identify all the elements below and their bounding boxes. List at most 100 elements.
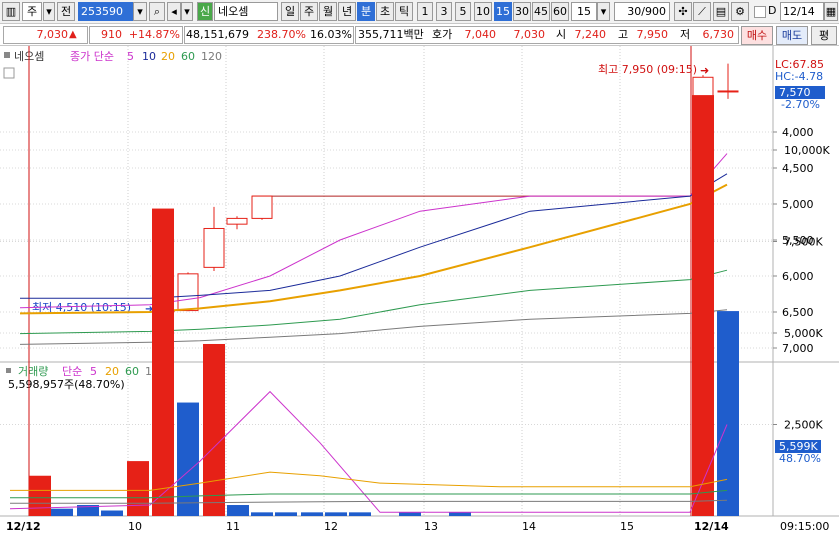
trade-amount: 355,711백만 <box>358 28 424 41</box>
chart-menu-icon[interactable]: ▥ <box>2 2 20 21</box>
period-day[interactable]: 일 <box>281 2 299 21</box>
ma10-label: 10 <box>142 50 156 63</box>
speaker-icon[interactable]: ◂ <box>167 2 181 21</box>
x-time-label: 09:15:00 <box>780 520 829 533</box>
save-icon[interactable]: ▤ <box>713 2 729 21</box>
speaker-dropdown-icon[interactable]: ▾ <box>181 2 193 21</box>
volume-summary: 5,598,957주(48.70%) <box>8 378 125 391</box>
max-annotation: 최고 7,950 (09:15) <box>598 63 697 76</box>
interval-5[interactable]: 5 <box>455 2 471 21</box>
ma5-label: 5 <box>127 50 134 63</box>
volume-marker-pct: 48.70% <box>779 452 821 465</box>
interval-input[interactable]: 15 <box>571 2 597 21</box>
volume-bar-11 <box>301 512 323 516</box>
sell-button[interactable]: 매도 <box>776 26 808 45</box>
interval-45[interactable]: 45 <box>532 2 550 21</box>
interval-60[interactable]: 60 <box>551 2 569 21</box>
volume-bar-14 <box>399 512 421 516</box>
volume-ma-label: 단순 <box>62 365 82 378</box>
high-price: 7,950 <box>636 28 669 41</box>
all-period-button[interactable]: 전 <box>57 2 75 21</box>
turnover-rate: 16.03% <box>310 28 352 41</box>
date-label: D <box>768 4 777 17</box>
crosshair-icon[interactable]: ✣ <box>674 2 692 21</box>
volume-bar-12 <box>325 512 347 516</box>
candle-body-4 <box>251 195 273 219</box>
period-week[interactable]: 주 <box>300 2 318 21</box>
ma-label: 종가 단순 <box>70 50 114 63</box>
low-label: 저 <box>680 28 691 41</box>
x-label-7: 12/14 <box>694 520 729 533</box>
volume-bar-16 <box>692 95 714 516</box>
volume-label: 거래량 <box>18 365 48 378</box>
interval-15[interactable]: 15 <box>494 2 512 21</box>
volume-bar-8 <box>227 505 249 516</box>
toolbar: ▥ 주 ▾ 전 253590 ▾ ⌕ ◂ ▾ 신 네오셈 일 주 월 년 분 초… <box>0 0 839 24</box>
volume-bar-3 <box>101 510 123 516</box>
change-value: 910 <box>101 28 122 41</box>
interval-1[interactable]: 1 <box>417 2 433 21</box>
volume-ratio: 238.70% <box>257 28 306 41</box>
x-label-1: 10 <box>128 520 142 533</box>
x-label-0: 12/12 <box>6 520 41 533</box>
volume-bar-9 <box>251 512 273 516</box>
candle-body-3 <box>226 217 248 225</box>
volume-bar-7 <box>203 343 225 516</box>
quote-bid: 7,030 <box>513 28 546 41</box>
period-second[interactable]: 초 <box>376 2 394 21</box>
interval-dropdown-icon[interactable]: ▾ <box>597 2 610 21</box>
ma20-label: 20 <box>161 50 175 63</box>
period-year[interactable]: 년 <box>338 2 356 21</box>
market-dropdown-icon[interactable]: ▾ <box>43 2 55 21</box>
y-label-5: 4,500 <box>782 162 814 175</box>
info-bar: 7,030 ▲ 910 +14.87% 48,151,679 238.70% 1… <box>0 24 839 46</box>
vy-label-2: 7,500K <box>784 236 823 249</box>
vy-label-3: 10,000K <box>784 144 830 157</box>
draw-line-icon[interactable]: ⟋ <box>693 2 711 21</box>
volume-bar-13 <box>349 512 371 516</box>
change-percent: +14.87% <box>128 28 180 41</box>
quote-ask: 7,040 <box>464 28 497 41</box>
period-minute[interactable]: 분 <box>357 2 375 21</box>
volume-bar-17 <box>717 311 739 516</box>
up-arrow-icon: ▲ <box>69 29 77 40</box>
x-label-4: 13 <box>424 520 438 533</box>
interval-3[interactable]: 3 <box>436 2 452 21</box>
ma60-label: 60 <box>181 50 195 63</box>
hc-label: HC:-4.78 <box>775 70 823 83</box>
candle-body-2 <box>203 227 225 268</box>
y-label-0: 7,000 <box>782 342 814 355</box>
vy-label-0: 2,500K <box>784 419 823 432</box>
calendar-icon[interactable]: ▦ <box>824 2 838 21</box>
date-input[interactable]: 12/14 <box>780 2 824 21</box>
eval-button[interactable]: 평 <box>811 26 837 45</box>
current-price: 7,030 <box>36 28 69 41</box>
stock-name-field[interactable]: 네오셈 <box>214 2 278 21</box>
x-label-6: 15 <box>620 520 634 533</box>
vma20-label: 20 <box>105 365 119 378</box>
volume-bar-6 <box>177 402 199 516</box>
credit-badge: 신 <box>197 2 213 21</box>
vma60-label: 60 <box>125 365 139 378</box>
period-month[interactable]: 월 <box>319 2 337 21</box>
code-input[interactable]: 253590 <box>78 2 133 21</box>
search-icon[interactable]: ⌕ <box>149 2 165 21</box>
interval-10[interactable]: 10 <box>474 2 492 21</box>
candle-body-1 <box>177 273 199 312</box>
interval-30[interactable]: 30 <box>513 2 531 21</box>
x-label-3: 12 <box>324 520 338 533</box>
open-price: 7,240 <box>574 28 607 41</box>
chart-area[interactable]: 7,0006,5006,0005,5005,0004,5004,0002,500… <box>0 46 839 536</box>
buy-button[interactable]: 매수 <box>741 26 773 45</box>
vma5-label: 5 <box>90 365 97 378</box>
data-count-field[interactable]: 30/900 <box>614 2 670 21</box>
period-tick[interactable]: 틱 <box>395 2 413 21</box>
code-dropdown-icon[interactable]: ▾ <box>133 2 147 21</box>
open-label: 시 <box>556 28 567 41</box>
low-price: 6,730 <box>702 28 735 41</box>
gear-icon[interactable]: ⚙ <box>731 2 749 21</box>
market-selector[interactable]: 주 <box>22 2 42 21</box>
date-checkbox[interactable] <box>754 6 766 18</box>
ma120-label: 120 <box>201 50 222 63</box>
volume-bar-4 <box>127 461 149 516</box>
